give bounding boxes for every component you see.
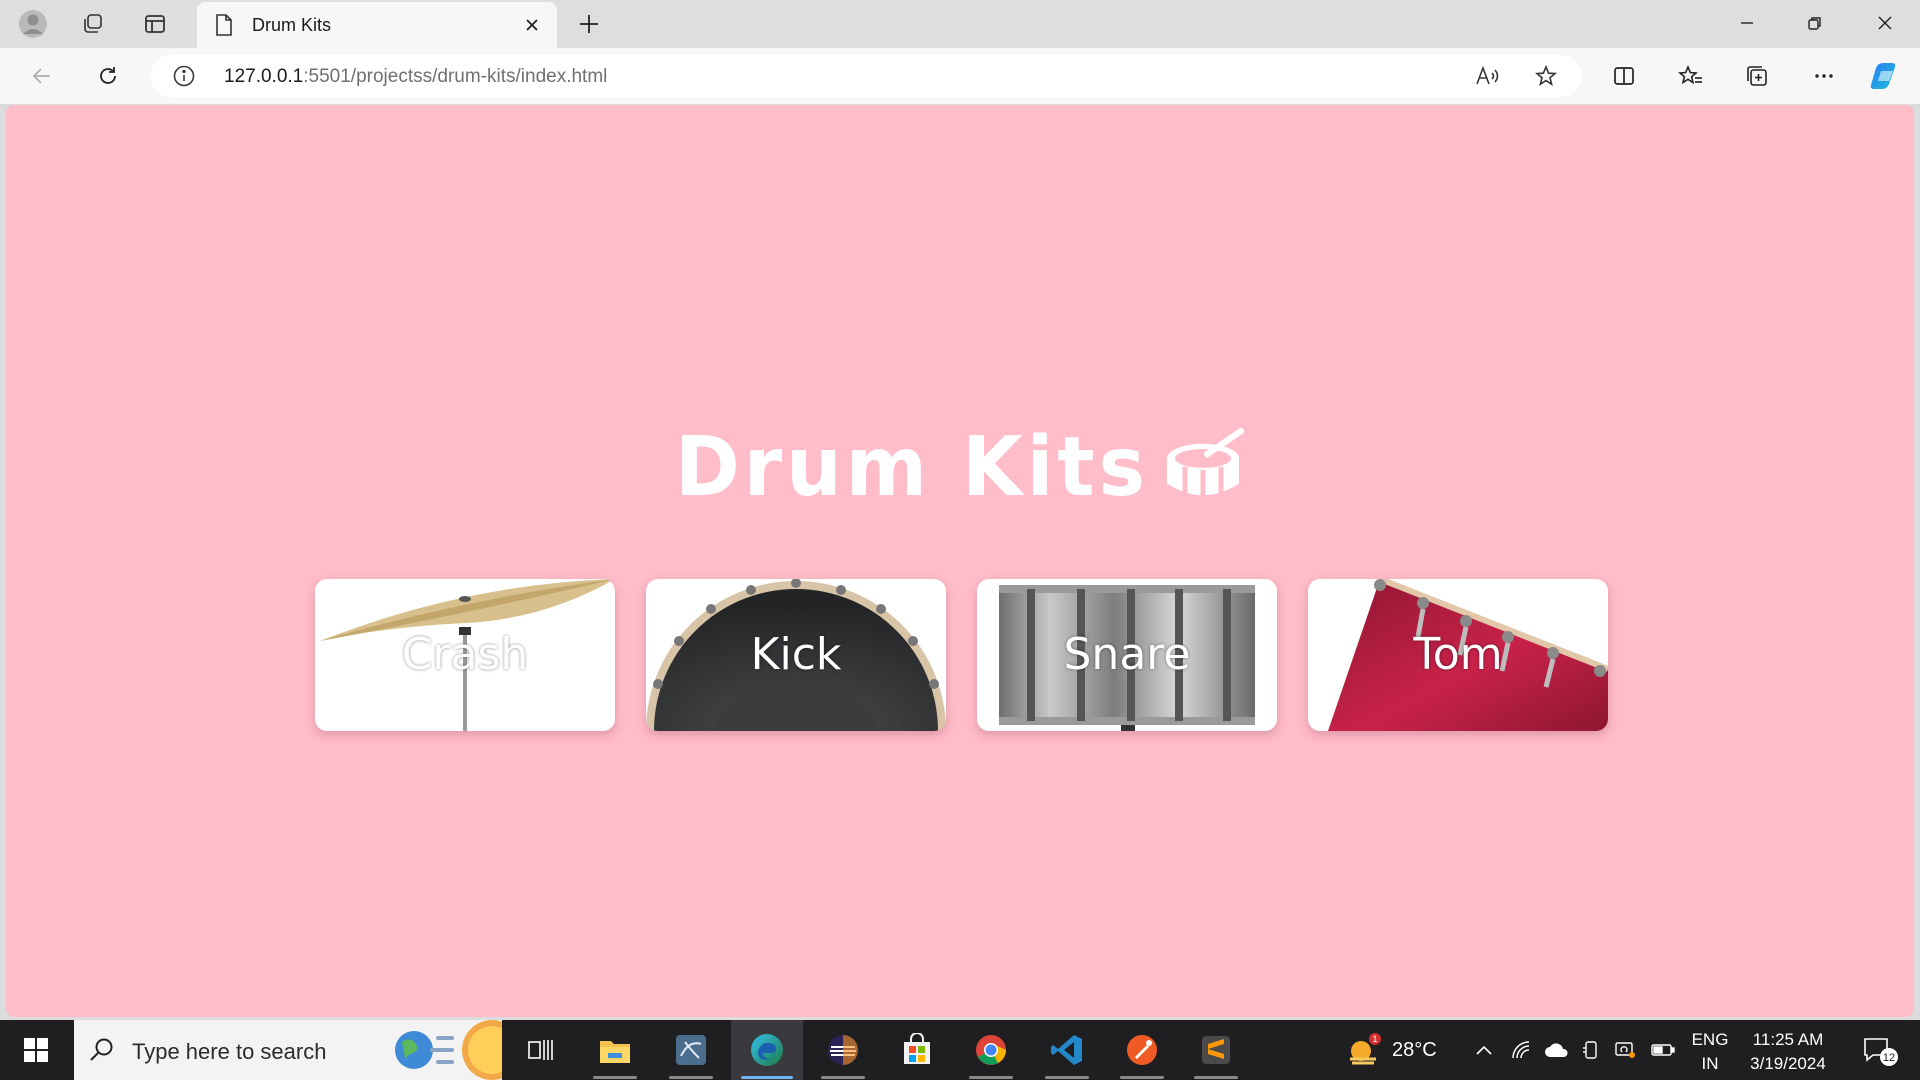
tab-drum-kits[interactable]: Drum Kits	[197, 2, 557, 48]
weather-temperature[interactable]: 28°C	[1392, 1039, 1437, 1062]
taskbar-search-box[interactable]: Type here to search	[74, 1020, 502, 1080]
close-window-button[interactable]	[1852, 0, 1918, 46]
drum-pad-kick[interactable]: Kick	[646, 579, 946, 731]
more-menu-icon[interactable]	[1804, 58, 1844, 94]
weather-icon[interactable]: 1	[1340, 1020, 1386, 1080]
start-button[interactable]	[0, 1020, 72, 1080]
tab-title: Drum Kits	[252, 15, 332, 35]
workspaces-icon[interactable]	[76, 8, 110, 40]
file-explorer-icon[interactable]	[579, 1020, 651, 1080]
app-running-indicator	[669, 1076, 713, 1079]
app-running-indicator	[821, 1076, 865, 1079]
pad-label: Tom	[1413, 629, 1503, 680]
minimize-button[interactable]	[1714, 0, 1780, 46]
app-running-indicator	[1045, 1076, 1089, 1079]
restore-button[interactable]	[1782, 0, 1848, 46]
vscode-icon[interactable]	[1031, 1020, 1103, 1080]
drum-pad-tom[interactable]: Tom	[1308, 579, 1608, 731]
display-sync-icon[interactable]	[1610, 1020, 1640, 1080]
system-clock[interactable]: 11:25 AM 3/19/2024	[1742, 1028, 1834, 1076]
page-title: Drum Kits	[6, 421, 1914, 520]
search-icon	[88, 1036, 116, 1069]
browser-tab-bar: Drum Kits	[0, 0, 1920, 48]
weather-alert-badge: 1	[1372, 1034, 1377, 1044]
app-running-indicator	[741, 1076, 793, 1079]
device-icon[interactable]	[1576, 1020, 1606, 1080]
sublime-text-icon[interactable]	[1180, 1020, 1252, 1080]
app-running-indicator	[1194, 1076, 1238, 1079]
battery-icon[interactable]	[1646, 1020, 1680, 1080]
read-aloud-icon[interactable]	[1471, 61, 1503, 91]
site-info-icon[interactable]	[172, 64, 196, 93]
profile-avatar-icon[interactable]	[16, 8, 50, 40]
edge-browser-icon[interactable]	[731, 1020, 803, 1080]
network-wifi-icon[interactable]	[1506, 1020, 1538, 1080]
pad-label: Crash	[401, 629, 529, 680]
favorites-icon[interactable]	[1671, 58, 1711, 94]
refresh-button[interactable]	[88, 58, 128, 94]
drum-pad-crash[interactable]: Crash	[315, 579, 615, 731]
drum-pad-snare[interactable]: Snare	[977, 579, 1277, 731]
pad-label: Snare	[1063, 629, 1191, 680]
favorite-star-icon[interactable]	[1530, 61, 1562, 91]
pad-label: Kick	[750, 629, 842, 680]
back-button[interactable]	[22, 58, 62, 94]
notification-center-icon[interactable]: 12	[1852, 1020, 1906, 1080]
split-screen-icon[interactable]	[1604, 58, 1644, 94]
page-icon	[214, 13, 234, 42]
app-running-indicator	[593, 1076, 637, 1079]
collections-icon[interactable]	[1737, 58, 1777, 94]
show-hidden-icons-chevron-icon[interactable]	[1468, 1020, 1500, 1080]
input-language[interactable]: ENG IN	[1690, 1028, 1730, 1076]
chrome-browser-icon[interactable]	[955, 1020, 1027, 1080]
new-tab-button[interactable]	[572, 8, 606, 40]
app-running-indicator	[1120, 1076, 1164, 1079]
vertical-tabs-icon[interactable]	[138, 8, 172, 40]
task-view-icon[interactable]	[504, 1020, 576, 1080]
mysql-workbench-icon[interactable]	[655, 1020, 727, 1080]
app-running-indicator	[969, 1076, 1013, 1079]
page-viewport: Drum Kits Crash Kick Snare Tom	[6, 105, 1914, 1017]
close-tab-icon[interactable]	[519, 12, 545, 38]
drum-icon	[1163, 425, 1245, 520]
windows-taskbar: Type here to search 1 28°C ENG IN 11:25 …	[0, 1020, 1920, 1080]
search-placeholder: Type here to search	[132, 1039, 327, 1064]
windows-logo-icon	[24, 1038, 48, 1062]
microsoft-store-icon[interactable]	[881, 1020, 953, 1080]
search-highlight-illustration-icon	[395, 1020, 502, 1080]
eclipse-ide-icon[interactable]	[807, 1020, 879, 1080]
browser-toolbar: 127.0.0.1:5501/projectss/drum-kits/index…	[0, 48, 1920, 104]
copilot-icon[interactable]	[1866, 58, 1906, 94]
onedrive-cloud-icon[interactable]	[1540, 1020, 1574, 1080]
url-text[interactable]: 127.0.0.1:5501/projectss/drum-kits/index…	[224, 66, 607, 88]
drum-pads: Crash Kick Snare Tom	[315, 579, 1608, 731]
postman-icon[interactable]	[1106, 1020, 1178, 1080]
address-bar[interactable]: 127.0.0.1:5501/projectss/drum-kits/index…	[150, 55, 1582, 97]
notification-count: 12	[1883, 1052, 1895, 1064]
